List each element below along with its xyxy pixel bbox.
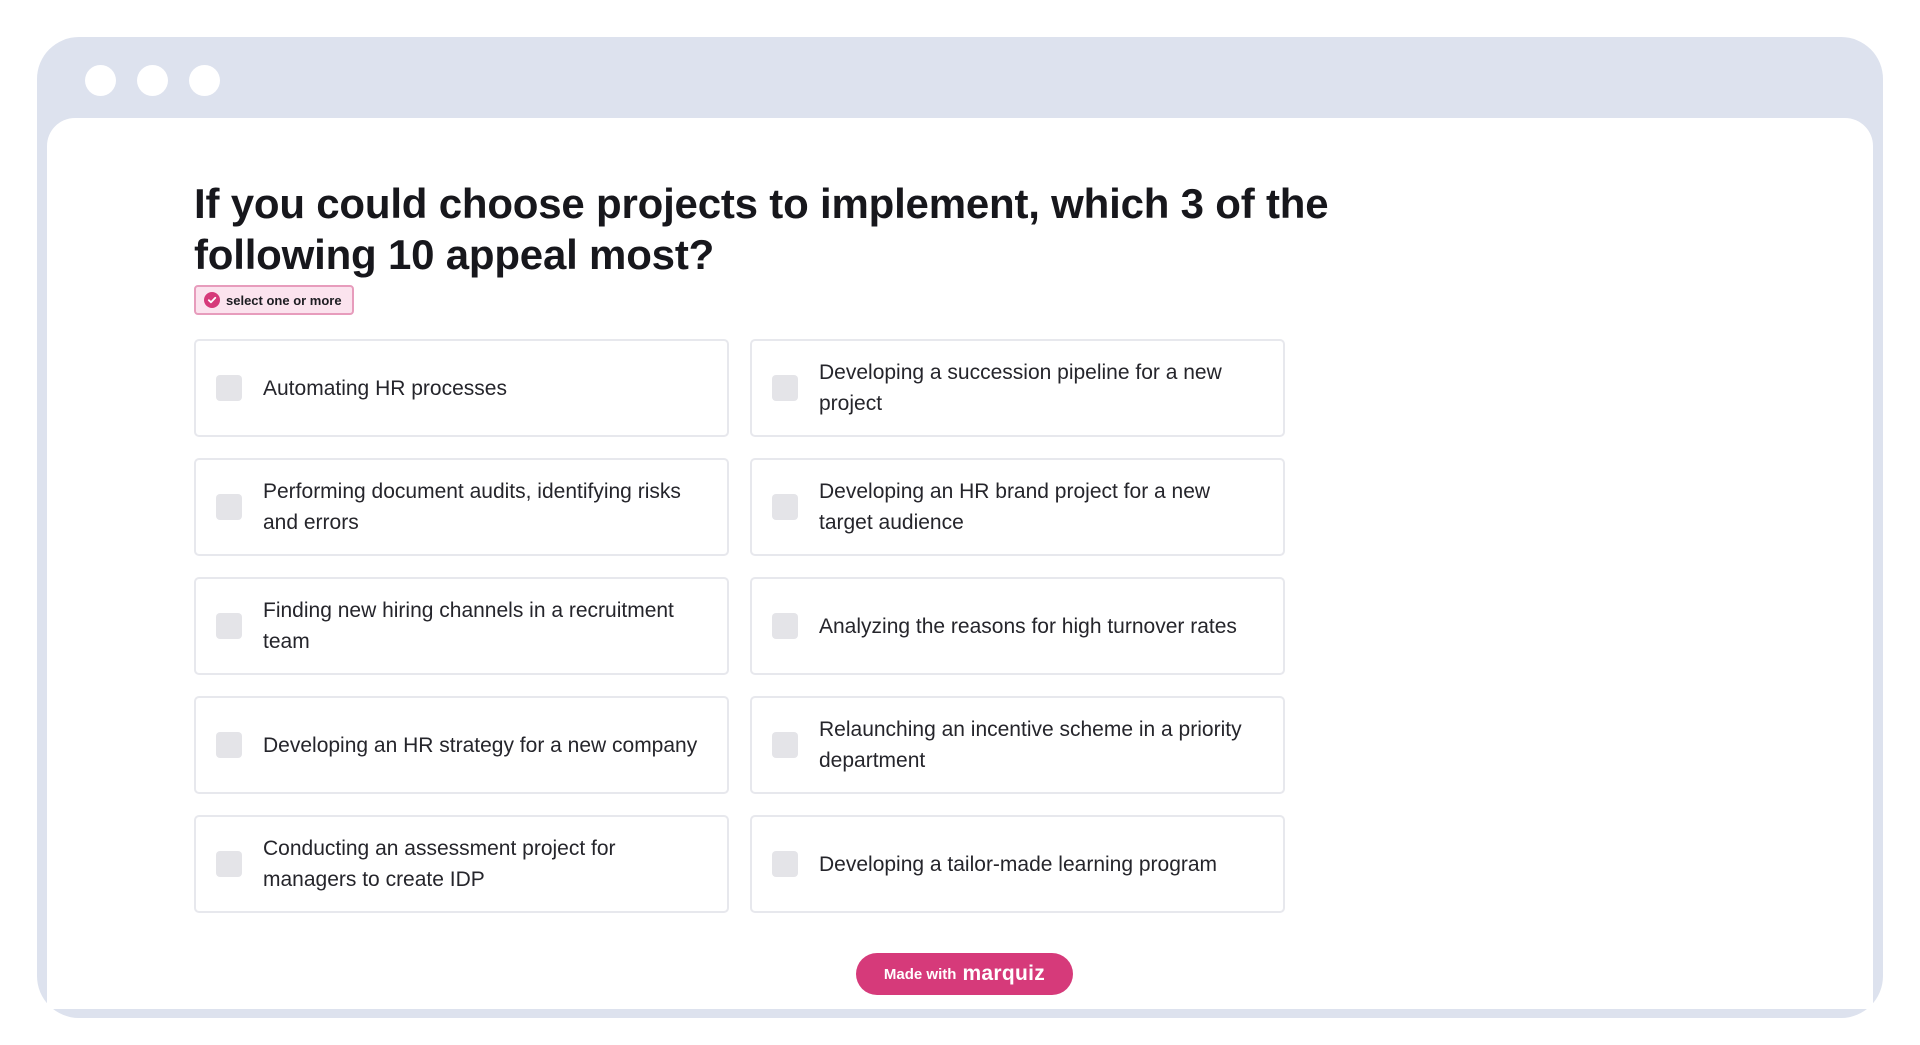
answer-option[interactable]: Developing an HR strategy for a new comp… <box>194 696 729 794</box>
answer-option[interactable]: Developing a succession pipeline for a n… <box>750 339 1285 437</box>
quiz-page: If you could choose projects to implemen… <box>47 118 1873 1009</box>
selection-hint-badge: select one or more <box>194 285 354 315</box>
window-control-dot[interactable] <box>85 65 116 96</box>
answer-option-label: Developing a succession pipeline for a n… <box>819 361 1222 415</box>
checkbox[interactable] <box>216 851 242 877</box>
check-circle-icon <box>204 292 220 308</box>
checkbox[interactable] <box>772 494 798 520</box>
selection-hint-text: select one or more <box>226 292 342 308</box>
answer-option-label: Analyzing the reasons for high turnover … <box>819 614 1237 638</box>
answer-option-label: Automating HR processes <box>263 376 507 400</box>
answer-option[interactable]: Analyzing the reasons for high turnover … <box>750 577 1285 675</box>
checkbox[interactable] <box>216 494 242 520</box>
window-control-dot[interactable] <box>137 65 168 96</box>
checkbox[interactable] <box>216 613 242 639</box>
checkbox[interactable] <box>772 613 798 639</box>
window-control-dot[interactable] <box>189 65 220 96</box>
made-with-marquiz-badge[interactable]: Made with marquiz <box>856 953 1073 995</box>
answer-option-label: Developing an HR brand project for a new… <box>819 480 1211 534</box>
answer-option[interactable]: Relaunching an incentive scheme in a pri… <box>750 696 1285 794</box>
answer-options-grid: Automating HR processes Developing a suc… <box>194 339 1285 913</box>
answer-option[interactable]: Developing a tailor-made learning progra… <box>750 815 1285 913</box>
answer-option-label: Developing an HR strategy for a new comp… <box>263 733 698 757</box>
checkbox[interactable] <box>216 375 242 401</box>
answer-option-label: Performing document audits, identifying … <box>263 480 681 534</box>
answer-option[interactable]: Automating HR processes <box>194 339 729 437</box>
marquiz-logo-text: marquiz <box>962 962 1046 985</box>
answer-option-label: Relaunching an incentive scheme in a pri… <box>819 718 1242 772</box>
answer-option[interactable]: Finding new hiring channels in a recruit… <box>194 577 729 675</box>
answer-option-label: Developing a tailor-made learning progra… <box>819 852 1218 876</box>
answer-option-label: Finding new hiring channels in a recruit… <box>263 599 674 653</box>
made-with-text: Made with <box>883 965 957 983</box>
answer-option[interactable]: Performing document audits, identifying … <box>194 458 729 556</box>
checkbox[interactable] <box>772 732 798 758</box>
answer-option[interactable]: Developing an HR brand project for a new… <box>750 458 1285 556</box>
answer-option-label: Conducting an assessment project for man… <box>263 837 616 891</box>
question-title: If you could choose projects to implemen… <box>194 180 1329 278</box>
checkbox[interactable] <box>216 732 242 758</box>
browser-window: If you could choose projects to implemen… <box>37 37 1883 1018</box>
checkbox[interactable] <box>772 851 798 877</box>
answer-option[interactable]: Conducting an assessment project for man… <box>194 815 729 913</box>
checkbox[interactable] <box>772 375 798 401</box>
